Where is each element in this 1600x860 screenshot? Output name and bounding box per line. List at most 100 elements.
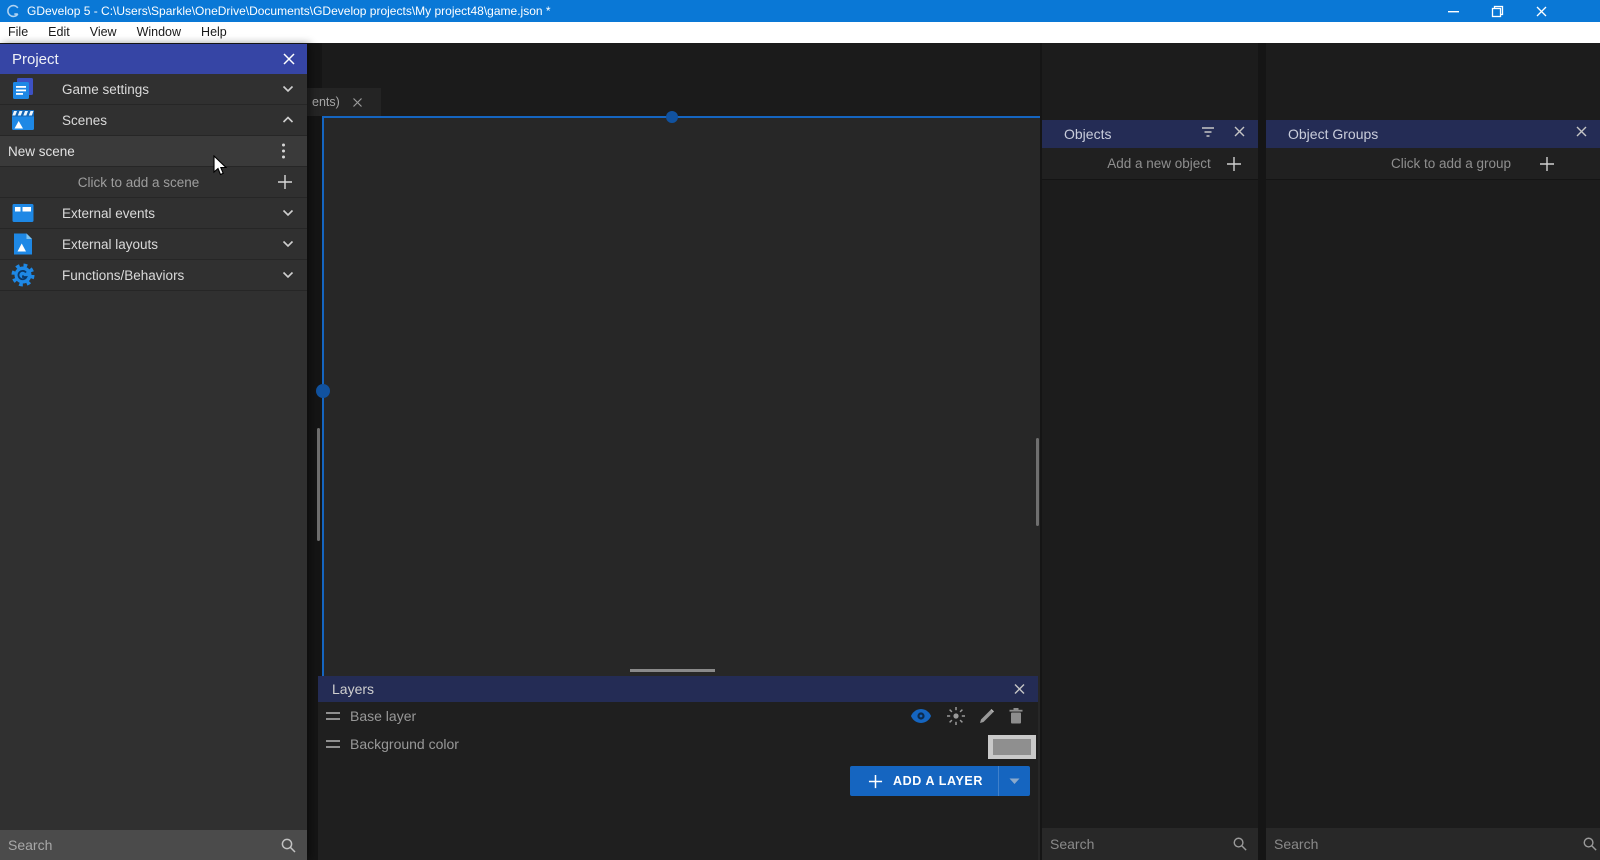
menu-edit[interactable]: Edit [38,22,80,43]
object-groups-panel: Object Groups Click to add a group [1266,43,1600,860]
project-search-bar [0,830,307,860]
close-icon [282,52,296,66]
scene-events-tab[interactable]: ents) [303,88,381,116]
add-object-plus-icon[interactable] [1226,156,1242,172]
layer-row-background-color[interactable]: Background color [318,730,1038,758]
sidebar-item-label: Functions/Behaviors [62,268,184,283]
scene-name: New scene [8,144,75,159]
layers-panel-title: Layers [332,681,374,697]
search-icon [1232,836,1248,852]
object-groups-search-bar [1266,828,1600,860]
layer-row-base-layer[interactable]: Base layer [318,702,1038,730]
selection-handle-left[interactable] [316,384,330,398]
external-layouts-icon [10,231,36,257]
menu-help[interactable]: Help [191,22,237,43]
gdevelop-window: GDevelop 5 - C:\Users\Sparkle\OneDrive\D… [0,0,1600,860]
plus-icon [868,774,883,789]
sidebar-item-external-events[interactable]: External events [0,198,307,229]
panel-gutter [1258,43,1266,860]
close-icon [1575,125,1588,138]
layer-effects-icon[interactable] [946,706,966,726]
menu-file[interactable]: File [0,22,38,43]
add-group-plus-icon[interactable] [1539,156,1555,172]
minimize-icon [1447,5,1460,18]
restore-button[interactable] [1475,0,1519,22]
canvas-selection-border-top [322,116,1040,118]
objects-panel: Objects Add a new object [1042,43,1258,860]
layer-drag-handle-icon[interactable] [326,740,340,748]
sidebar-item-functions-behaviors[interactable]: Functions/Behaviors [0,260,307,291]
close-icon [1535,5,1548,18]
caret-down-icon [1009,778,1020,785]
background-color-value [993,739,1031,755]
objects-panel-close-button[interactable] [1233,125,1246,143]
sidebar-item-game-settings[interactable]: Game settings [0,74,307,105]
functions-behaviors-icon [10,262,36,288]
game-settings-icon [10,76,36,102]
add-group-row[interactable]: Click to add a group [1266,148,1600,180]
project-panel-resize-handle[interactable] [317,428,320,541]
layers-panel-close-button[interactable] [1013,683,1026,696]
title-bar: GDevelop 5 - C:\Users\Sparkle\OneDrive\D… [0,0,1600,22]
objects-search-input[interactable] [1042,836,1232,852]
menu-view[interactable]: View [80,22,127,43]
layer-name: Background color [350,736,459,752]
tab-label: ents) [312,95,340,109]
sidebar-item-external-layouts[interactable]: External layouts [0,229,307,260]
layer-edit-pencil-icon[interactable] [978,707,996,725]
project-panel: Project Game [0,44,307,860]
object-groups-panel-header: Object Groups [1266,120,1600,148]
gdevelop-logo-icon [6,4,20,18]
objects-panel-resize-handle[interactable] [1036,438,1039,526]
add-object-row[interactable]: Add a new object [1042,148,1258,180]
tab-close-icon[interactable] [352,97,363,108]
sidebar-item-label: External layouts [62,237,158,252]
objects-panel-header: Objects [1042,120,1258,148]
scene-options-menu-icon[interactable] [282,144,285,159]
sidebar-item-label: Game settings [62,82,149,97]
minimize-button[interactable] [1431,0,1475,22]
scene-list-item-new-scene[interactable]: New scene [0,136,307,167]
menu-bar: File Edit View Window Help [0,22,1600,43]
selection-handle-top[interactable] [666,111,678,123]
add-scene-plus-icon[interactable] [277,174,293,190]
add-layer-dropdown-button[interactable] [998,766,1030,796]
sidebar-item-label: External events [62,206,155,221]
layer-name: Base layer [350,708,416,724]
search-icon [280,837,297,854]
external-events-icon [10,200,36,226]
restore-icon [1491,5,1504,18]
project-panel-title: Project [12,51,59,68]
project-panel-close-button[interactable] [282,52,296,66]
object-groups-search-input[interactable] [1266,836,1582,852]
layer-delete-trash-icon[interactable] [1008,707,1024,725]
scenes-icon [10,107,36,133]
close-button[interactable] [1519,0,1563,22]
add-scene-row[interactable]: Click to add a scene [0,167,307,198]
filter-icon[interactable] [1201,125,1215,143]
sidebar-item-scenes[interactable]: Scenes [0,105,307,136]
layers-panel: Layers Base layer [318,676,1038,860]
object-groups-panel-close-button[interactable] [1575,125,1588,143]
close-icon [1013,683,1026,696]
add-layer-button[interactable]: ADD A LAYER [850,766,1030,796]
object-groups-panel-title: Object Groups [1288,126,1378,142]
search-icon [1582,836,1598,852]
project-search-input[interactable] [0,837,280,853]
add-layer-button-label: ADD A LAYER [893,774,983,788]
layers-panel-header: Layers [318,676,1038,702]
objects-search-bar [1042,828,1258,860]
layer-visibility-eye-icon[interactable] [910,708,932,724]
objects-panel-title: Objects [1064,126,1111,142]
menu-window[interactable]: Window [127,22,191,43]
chevron-down-icon [282,85,294,93]
chevron-down-icon [282,240,294,248]
project-panel-header: Project [0,44,307,74]
window-title: GDevelop 5 - C:\Users\Sparkle\OneDrive\D… [27,4,551,18]
add-scene-label: Click to add a scene [0,175,307,190]
background-color-swatch[interactable] [988,735,1036,759]
sidebar-item-label: Scenes [62,113,107,128]
layers-panel-resize-handle[interactable] [630,669,715,672]
window-controls [1431,0,1563,22]
layer-drag-handle-icon[interactable] [326,712,340,720]
